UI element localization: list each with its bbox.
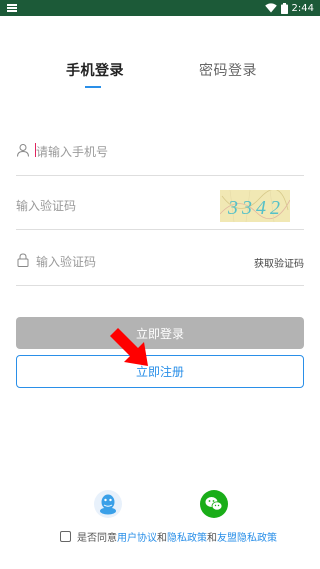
qq-icon [100, 494, 116, 515]
captcha-field[interactable]: 输入验证码 3342 [16, 182, 304, 230]
agreement-row: 是否同意 用户协议 和 隐私政策 和 友盟隐私政策 [60, 528, 277, 544]
phone-field[interactable]: 请输入手机号 [16, 128, 304, 176]
agreement-and-1: 和 [157, 532, 167, 544]
wechat-login-button[interactable] [200, 490, 228, 518]
captcha-image[interactable]: 3342 [220, 190, 290, 222]
tab-password-login[interactable]: 密码登录 [199, 60, 257, 80]
tab-phone-login[interactable]: 手机登录 [66, 60, 124, 80]
alliance-privacy-link[interactable]: 友盟隐私政策 [217, 529, 277, 544]
login-tabs: 手机登录 密码登录 [0, 60, 320, 94]
phone-input-placeholder: 请输入手机号 [36, 145, 109, 159]
annotation-arrow-icon [110, 328, 148, 366]
captcha-text: 3342 [227, 197, 284, 219]
notification-icon [7, 4, 17, 12]
lock-icon [17, 253, 29, 267]
clock: 2:44 [291, 2, 314, 14]
agreement-prefix: 是否同意 [77, 532, 117, 544]
agreement-checkbox[interactable] [60, 530, 71, 542]
sms-input-placeholder: 输入验证码 [36, 255, 97, 269]
captcha-graphic: 3342 [220, 190, 290, 222]
user-icon [17, 144, 29, 157]
wifi-icon [264, 3, 277, 13]
sms-code-field[interactable]: 输入验证码 获取验证码 [16, 238, 304, 286]
status-bar: 2:44 [0, 0, 320, 16]
privacy-policy-link[interactable]: 隐私政策 [167, 529, 207, 544]
captcha-input-placeholder: 输入验证码 [16, 199, 77, 213]
get-code-button[interactable]: 获取验证码 [254, 255, 304, 270]
login-button[interactable]: 立即登录 [16, 317, 304, 349]
battery-icon [280, 2, 288, 14]
agreement-and-2: 和 [207, 532, 217, 544]
user-agreement-link[interactable]: 用户协议 [117, 529, 157, 544]
wechat-icon [205, 497, 223, 511]
register-button[interactable]: 立即注册 [16, 355, 304, 388]
qq-login-button[interactable] [94, 490, 122, 518]
system-tray: 2:44 [264, 1, 314, 15]
active-tab-indicator [85, 86, 101, 88]
